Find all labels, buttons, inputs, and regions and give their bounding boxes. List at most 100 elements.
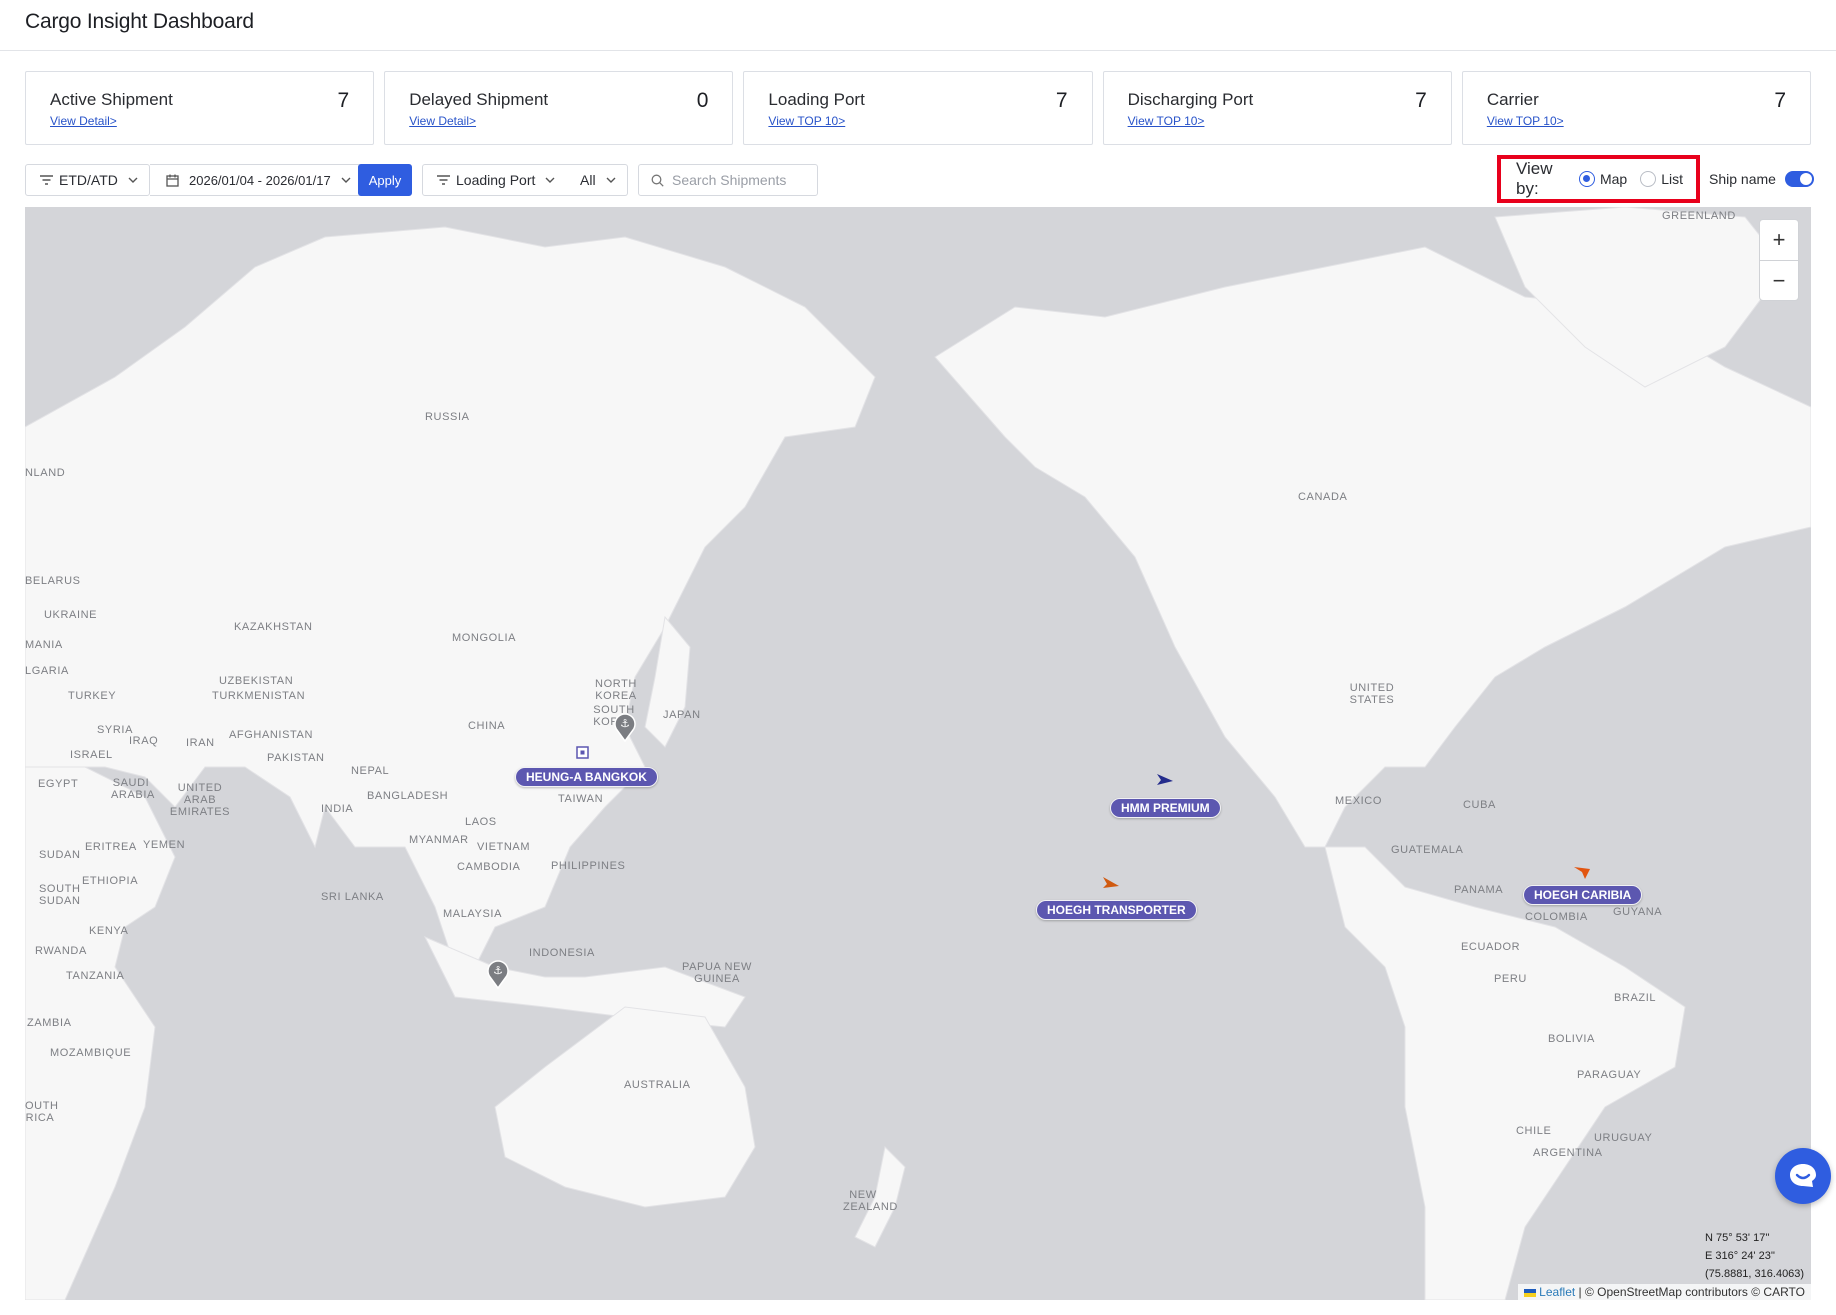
ship-name-toggle[interactable] xyxy=(1784,171,1814,187)
map-label: PAKISTAN xyxy=(267,752,325,764)
view-top10-link[interactable]: View TOP 10> xyxy=(1128,114,1205,128)
map-label: PAPUA NEW GUINEA xyxy=(682,961,752,985)
ship-label[interactable]: HOEGH TRANSPORTER xyxy=(1036,900,1197,920)
card-title: Active Shipment xyxy=(50,90,173,109)
map-label: CHILE xyxy=(1516,1125,1552,1137)
map-label: BRAZIL xyxy=(1614,992,1657,1004)
map-label: LAOS xyxy=(465,816,497,828)
calendar-icon xyxy=(166,174,179,187)
coord-decimal: (75.8881, 316.4063) xyxy=(1705,1268,1805,1280)
map-label: IRAQ xyxy=(129,735,159,747)
card-value: 7 xyxy=(1055,89,1068,112)
date-type-value: ETD/ATD xyxy=(59,172,118,188)
map-label: SYRIA xyxy=(97,724,134,736)
svg-text:⚓: ⚓ xyxy=(493,964,503,977)
card-value: 7 xyxy=(337,89,350,112)
card-loading-port: Loading Port View TOP 10> 7 xyxy=(743,71,1093,145)
port-type-value: Loading Port xyxy=(456,172,536,188)
map-label: CANADA xyxy=(1298,491,1348,503)
card-value: 7 xyxy=(1415,89,1427,112)
map-label: NLAND xyxy=(25,467,66,479)
ship-arrow-icon[interactable] xyxy=(1102,876,1120,889)
map-label: SOUTH SUDAN xyxy=(39,883,81,907)
map-label: MANIA xyxy=(25,639,63,651)
attribution-text: | © OpenStreetMap contributors © CARTO xyxy=(1578,1285,1805,1299)
map-label: CHINA xyxy=(468,720,506,732)
ship-name-label: Ship name xyxy=(1709,171,1776,187)
map-label: UKRAINE xyxy=(44,609,98,621)
date-range-picker[interactable]: 2026/01/04 - 2026/01/17 xyxy=(150,164,378,196)
map-label: INDIA xyxy=(321,803,354,815)
map-label: NEW ZEALAND xyxy=(843,1189,898,1213)
map-label: UNITED STATES xyxy=(1349,682,1395,706)
shipment-map[interactable]: GREENLAND RUSSIA CANADA NLAND BELARUS UK… xyxy=(25,207,1811,1300)
chevron-down-icon xyxy=(128,177,138,183)
card-carrier: Carrier View TOP 10> 7 xyxy=(1461,71,1812,145)
port-value-select[interactable]: All xyxy=(566,164,628,196)
card-value: 0 xyxy=(696,89,709,112)
map-label: LGARIA xyxy=(25,665,69,677)
ship-label[interactable]: HEUNG-A BANGKOK xyxy=(515,767,658,787)
ukraine-flag-icon xyxy=(1523,1288,1536,1297)
app-header: Cargo Insight Dashboard xyxy=(0,0,1836,51)
map-label: UZBEKISTAN xyxy=(219,675,294,687)
cursor-coordinates: N 75° 53' 17'' E 316° 24' 23'' (75.8881,… xyxy=(1705,1229,1804,1283)
map-label: ISRAEL xyxy=(70,749,113,761)
chevron-down-icon xyxy=(341,177,351,183)
view-detail-link[interactable]: View Detail> xyxy=(50,114,117,128)
date-type-select[interactable]: ETD/ATD xyxy=(25,164,150,196)
map-label: BELARUS xyxy=(25,575,81,587)
card-title: Delayed Shipment xyxy=(409,90,549,109)
map-attribution: Leaflet | © OpenStreetMap contributors ©… xyxy=(1517,1284,1811,1300)
map-label: PHILIPPINES xyxy=(551,860,626,872)
map-label: YEMEN xyxy=(143,839,186,851)
map-label: URUGUAY xyxy=(1594,1132,1653,1144)
coord-lat: N 75° 53' 17'' xyxy=(1705,1232,1770,1244)
ship-label[interactable]: HMM PREMIUM xyxy=(1110,798,1221,818)
view-detail-link[interactable]: View Detail> xyxy=(409,114,476,128)
map-label: COLOMBIA xyxy=(1525,911,1588,923)
map-label: MEXICO xyxy=(1335,795,1382,807)
svg-text:⚓: ⚓ xyxy=(620,717,630,730)
map-label: VIETNAM xyxy=(477,841,531,853)
kpi-cards: Active Shipment View Detail> 7 Delayed S… xyxy=(25,71,1812,145)
map-label: PARAGUAY xyxy=(1577,1069,1642,1081)
view-by-map-radio[interactable]: Map xyxy=(1578,171,1627,187)
view-by-list-label: List xyxy=(1661,171,1683,187)
view-by-control: View by: Map List xyxy=(1497,155,1700,203)
radio-unselected xyxy=(1640,171,1657,187)
map-label: TURKEY xyxy=(68,690,117,702)
view-top10-link[interactable]: View TOP 10> xyxy=(1487,114,1564,128)
search-input[interactable]: Search Shipments xyxy=(638,164,818,196)
map-label: CUBA xyxy=(1463,799,1496,811)
map-label: CAMBODIA xyxy=(457,861,521,873)
map-label: ZAMBIA xyxy=(27,1017,72,1029)
map-label: BOLIVIA xyxy=(1548,1033,1595,1045)
map-label: SRI LANKA xyxy=(321,891,384,903)
view-by-label: View by: xyxy=(1516,159,1553,198)
chat-bubble-icon xyxy=(1790,1164,1816,1187)
map-label: TURKMENISTAN xyxy=(212,690,306,702)
ship-label[interactable]: HOEGH CARIBIA xyxy=(1523,885,1643,905)
leaflet-link[interactable]: Leaflet xyxy=(1539,1285,1575,1299)
map-label: KAZAKHSTAN xyxy=(234,621,313,633)
apply-button[interactable]: Apply xyxy=(358,164,412,196)
map-label: KENYA xyxy=(89,925,129,937)
map-label: ECUADOR xyxy=(1461,941,1521,953)
view-by-list-radio[interactable]: List xyxy=(1640,171,1683,187)
port-anchor-marker[interactable]: ⚓ xyxy=(613,712,637,742)
card-discharging-port: Discharging Port View TOP 10> 7 xyxy=(1102,71,1452,145)
zoom-out-button[interactable]: − xyxy=(1760,260,1798,300)
zoom-in-button[interactable]: + xyxy=(1760,220,1798,260)
port-type-select[interactable]: Loading Port xyxy=(422,164,567,196)
view-top10-link[interactable]: View TOP 10> xyxy=(768,114,845,128)
map-label: PANAMA xyxy=(1454,884,1504,896)
port-anchor-marker[interactable]: ⚓ xyxy=(486,959,510,989)
ship-arrow-icon[interactable] xyxy=(1156,773,1174,786)
card-title: Carrier xyxy=(1486,90,1539,109)
map-label: INDONESIA xyxy=(529,947,595,959)
port-square-marker[interactable] xyxy=(576,746,589,759)
map-label: AFGHANISTAN xyxy=(229,729,314,741)
chat-launcher-button[interactable] xyxy=(1775,1148,1831,1204)
ship-arrow-icon[interactable] xyxy=(1573,866,1591,880)
